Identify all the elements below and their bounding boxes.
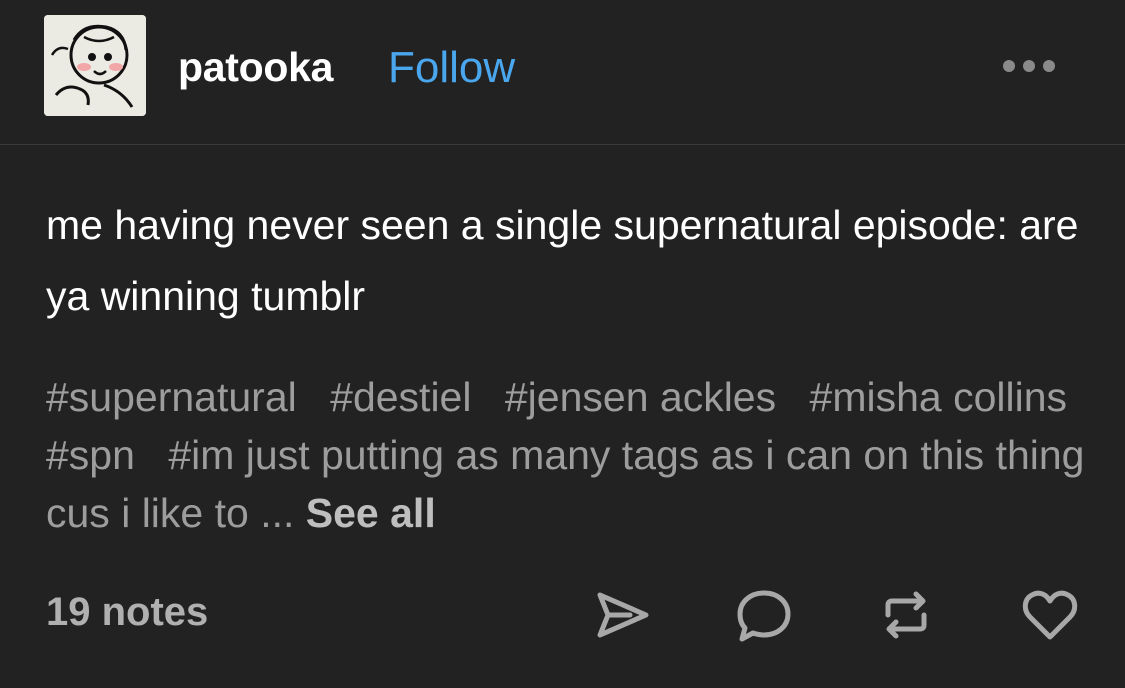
username[interactable]: patooka xyxy=(178,44,333,91)
see-all-tags-link[interactable]: See all xyxy=(306,490,436,536)
tag-supernatural[interactable]: #supernatural xyxy=(46,374,297,420)
reblog-button[interactable] xyxy=(876,585,936,645)
tag-jensen-ackles[interactable]: #jensen ackles xyxy=(505,374,776,420)
tag-destiel[interactable]: #destiel xyxy=(330,374,471,420)
heart-icon xyxy=(1022,590,1078,640)
send-icon xyxy=(597,592,649,638)
reply-button[interactable] xyxy=(734,585,794,645)
more-horizontal-icon xyxy=(1003,60,1055,72)
comment-icon xyxy=(737,590,791,642)
share-button[interactable] xyxy=(592,585,652,645)
reblog-icon xyxy=(885,591,927,639)
tag-misha-collins[interactable]: #misha collins xyxy=(810,374,1068,420)
post-header: patooka Follow xyxy=(0,0,1125,145)
avatar-drawing-icon xyxy=(44,15,146,116)
more-options-button[interactable] xyxy=(1000,58,1058,74)
notes-count[interactable]: 19 notes xyxy=(46,590,208,635)
tag-list: #supernatural #destiel #jensen ackles #m… xyxy=(46,368,1096,542)
follow-button[interactable]: Follow xyxy=(388,43,515,93)
tag-spn[interactable]: #spn xyxy=(46,432,135,478)
tag-long[interactable]: #im just putting as many tags as i can o… xyxy=(46,432,1084,536)
post-body: me having never seen a single supernatur… xyxy=(46,202,1079,319)
avatar[interactable] xyxy=(44,15,146,116)
like-button[interactable] xyxy=(1020,585,1080,645)
